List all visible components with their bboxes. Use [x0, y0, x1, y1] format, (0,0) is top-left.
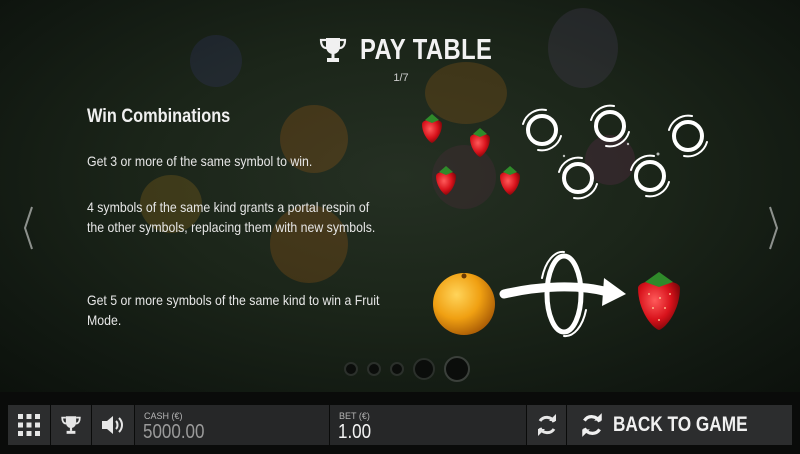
paragraph-three-symbols: Get 3 or more of the same symbol to win.	[87, 153, 313, 169]
paragraph-fruit-mode: Get 5 or more symbols of the same kind t…	[87, 292, 380, 328]
trophy-icon	[61, 416, 81, 434]
autoplay-button[interactable]	[527, 405, 566, 445]
portal-ring-icon	[541, 250, 587, 338]
page-dot[interactable]	[367, 362, 381, 376]
menu-button[interactable]	[8, 405, 50, 445]
portal-rings-illustration	[522, 104, 708, 200]
strawberry-icon	[470, 128, 490, 157]
strawberry-icon	[500, 166, 520, 195]
portal-ring-icon	[668, 114, 708, 158]
paragraph-portal-respin: 4 symbols of the same kind grants a port…	[87, 199, 376, 235]
portal-ring-icon	[590, 104, 630, 148]
speaker-icon	[102, 416, 123, 434]
page-title: PAY TABLE	[360, 33, 493, 66]
page-indicator: 1/7	[393, 72, 409, 84]
page-dot[interactable]	[344, 362, 358, 376]
bet-label: BET (€)	[339, 411, 370, 421]
page-dot[interactable]	[413, 358, 435, 380]
paytable-button[interactable]	[51, 405, 91, 445]
cash-display: CASH (€) 5000.00	[135, 405, 329, 445]
grid-menu-icon	[18, 414, 40, 436]
fruit-mode-illustration	[433, 250, 680, 338]
strawberry-cluster-illustration	[422, 114, 520, 195]
refresh-icon	[537, 414, 556, 436]
transform-arrow-icon	[499, 278, 626, 306]
orange-icon	[433, 273, 495, 335]
background-grapes	[548, 8, 618, 88]
cash-value: 5000.00	[143, 421, 205, 443]
bet-display: BET (€) 1.00	[330, 405, 526, 445]
portal-ring-icon	[522, 108, 562, 152]
chevron-left-icon	[23, 206, 33, 250]
paytable-header: PAY TABLE	[318, 32, 521, 68]
portal-ring-icon	[558, 156, 598, 200]
page-dots	[344, 356, 470, 382]
strawberry-icon	[422, 114, 442, 143]
section-heading: Win Combinations	[87, 106, 231, 127]
sound-button[interactable]	[92, 405, 134, 445]
cash-label: CASH (€)	[144, 411, 183, 421]
strawberry-icon	[436, 166, 456, 195]
previous-page-button[interactable]	[22, 205, 34, 251]
back-to-game-label: BACK TO GAME	[613, 413, 748, 436]
trophy-icon	[319, 38, 347, 62]
back-to-game-button[interactable]: BACK TO GAME	[567, 405, 792, 445]
background-plum	[190, 35, 242, 87]
page-dot[interactable]	[390, 362, 404, 376]
bottom-bar: CASH (€) 5000.00 BET (€) 1.00 BACK TO GA…	[0, 392, 800, 454]
portal-ring-icon	[630, 154, 670, 198]
back-arrow-icon	[582, 413, 602, 437]
next-page-button[interactable]	[768, 205, 780, 251]
bet-value: 1.00	[338, 421, 372, 443]
page-dot-active[interactable]	[444, 356, 470, 382]
chevron-right-icon	[769, 206, 779, 250]
strawberry-icon	[638, 272, 680, 330]
paytable-screen: PAY TABLE 1/7 Win Combinations Get 3 or …	[0, 0, 800, 392]
